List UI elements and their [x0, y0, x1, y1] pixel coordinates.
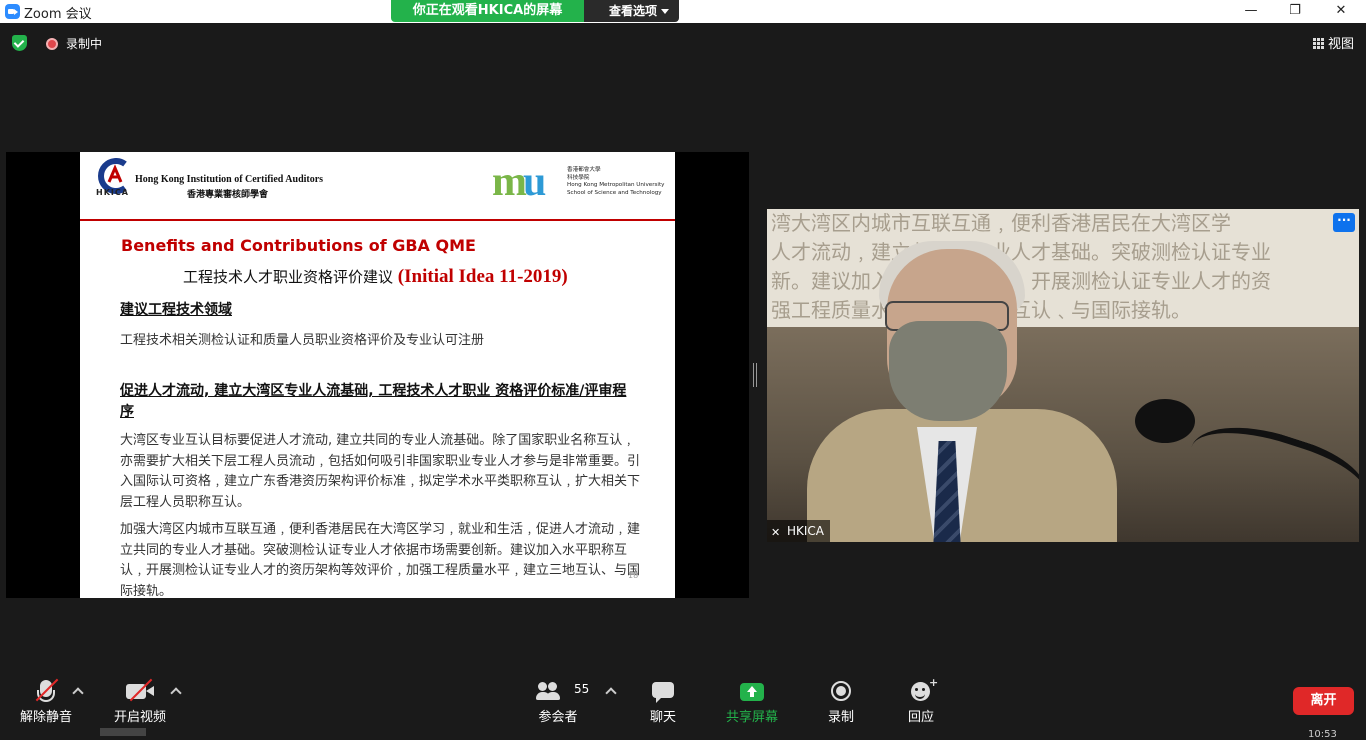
microphone-icon [1135, 399, 1195, 443]
record-button[interactable]: 录制 [814, 670, 868, 736]
slide-heading: Benefits and Contributions of GBA QME [121, 236, 476, 255]
chat-icon [652, 682, 674, 703]
section1-title: 建议工程技术领域 [120, 302, 232, 318]
section1-body: 工程技术相关测检认证和质量人员职业资格评价及专业认可注册 [120, 333, 485, 348]
record-label: 录制 [827, 710, 854, 725]
zoom-app-icon [5, 4, 20, 19]
grid-icon [1312, 38, 1324, 49]
projection-line: 强工程质量水平﹐建立三地互认﹑与国际接轨。 [771, 296, 1359, 325]
hkmu-line: Hong Kong Metropolitan University [567, 182, 665, 188]
window-title: Zoom 会议 [24, 7, 92, 22]
hkmu-logo: mu [492, 161, 546, 203]
slide-page-number: 18 [628, 571, 639, 580]
org-name: Hong Kong Institution of Certified Audit… [135, 174, 324, 185]
share-screen-button[interactable]: 共享屏幕 [720, 670, 784, 736]
share-screen-icon [740, 683, 764, 701]
subtitle-chinese: 工程技术人才职业资格评价建议 [183, 268, 394, 286]
section3-body: 加强大湾区内城市互联互通﹐便利香港居民在大湾区学习﹐就业和生活﹐促进人才流动﹐建… [120, 522, 641, 598]
meeting-toolbar: 解除静音 开启视频 55 参会者 聊天 共享屏幕 录制 + 回应 离开 [0, 670, 1366, 736]
record-icon [831, 681, 851, 701]
smiley-icon [911, 682, 930, 701]
recording-status[interactable]: 录制中 [66, 35, 102, 52]
participants-icon [536, 682, 560, 700]
participants-label: 参会者 [538, 710, 578, 725]
security-shield-icon[interactable] [12, 35, 27, 51]
chevron-down-icon [661, 9, 669, 14]
reactions-button[interactable]: + 回应 [894, 670, 948, 736]
hkmu-line: 科技學院 [567, 174, 590, 181]
split-view-handle[interactable] [753, 363, 757, 387]
projection-line: 新。建议加入水平职称互认﹐开展测检认证专业人才的资 [771, 267, 1359, 296]
speaker-mask [889, 321, 1007, 421]
section2-body: 大湾区专业互认目标要促进人才流动, 建立共同的专业人流基础。除了国家职业名称互认… [120, 433, 641, 510]
maximize-button[interactable]: ❐ [1272, 0, 1318, 23]
slide-divider [80, 219, 675, 221]
chat-button[interactable]: 聊天 [636, 670, 690, 736]
hkmu-logo-u: u [523, 159, 546, 205]
participants-options-chevron-icon[interactable] [605, 687, 617, 699]
view-button-label: 视图 [1327, 37, 1354, 52]
shared-screen[interactable]: HKICA Hong Kong Institution of Certified… [6, 152, 749, 598]
close-button[interactable]: ✕ [1318, 0, 1364, 23]
video-options-chevron-icon[interactable] [170, 687, 182, 699]
start-video-label: 开启视频 [113, 710, 166, 725]
start-video-button[interactable]: 开启视频 [108, 670, 172, 736]
participant-name: HKICA [787, 524, 825, 538]
slide-subtitle: 工程技术人才职业资格评价建议 (Initial Idea 11-2019) [183, 266, 568, 288]
taskbar-fragment [100, 728, 146, 736]
unmute-button[interactable]: 解除静音 [14, 670, 78, 736]
meeting-info-bar: 录制中 视图 [0, 23, 1366, 63]
hkica-abbreviation: HKICA [96, 188, 129, 197]
chat-label: 聊天 [649, 710, 676, 725]
background-projection: 湾大湾区内城市互联互通﹐便利香港居民在大湾区学 人才流动﹐建立共同的专业人才基础… [767, 209, 1359, 327]
muted-mic-icon: ✕ [771, 526, 781, 539]
participant-video[interactable]: 湾大湾区内城市互联互通﹐便利香港居民在大湾区学 人才流动﹐建立共同的专业人才基础… [767, 209, 1359, 542]
share-screen-label: 共享屏幕 [725, 710, 778, 725]
hkmu-logo-m: m [492, 159, 527, 205]
projection-line: 湾大湾区内城市互联互通﹐便利香港居民在大湾区学 [771, 211, 1231, 235]
plus-icon: + [929, 676, 939, 689]
leave-meeting-button[interactable]: 离开 [1293, 687, 1354, 715]
view-button[interactable]: 视图 [1312, 33, 1354, 52]
participants-count: 55 [574, 682, 590, 696]
presentation-slide: HKICA Hong Kong Institution of Certified… [80, 152, 675, 598]
subtitle-english: (Initial Idea 11-2019) [397, 266, 568, 287]
participant-name-tag: ✕ HKICA [767, 520, 831, 542]
participants-button[interactable]: 55 参会者 [530, 670, 590, 736]
hkmu-line: 香港都會大學 [567, 167, 601, 173]
hkmu-line: School of Science and Technology [567, 189, 662, 196]
unmute-label: 解除静音 [19, 710, 72, 725]
reactions-label: 回应 [907, 710, 934, 725]
view-options-button[interactable]: 查看选项 [584, 0, 679, 22]
projection-line: 人才流动﹐建立共同的专业人才基础。突破测检认证专业 [771, 240, 1271, 264]
recording-icon [46, 38, 58, 50]
minimize-button[interactable]: — [1228, 0, 1274, 23]
section2-title: 促进人才流动, 建立大湾区专业人流基础, 工程技术人才职业 资格评价标准/评审程… [120, 383, 627, 420]
window-titlebar: Zoom 会议 — ❐ ✕ [0, 0, 1366, 23]
view-options-label: 查看选项 [609, 4, 658, 18]
viewing-share-banner: 你正在观看HKICA的屏幕 [391, 0, 584, 22]
more-options-button[interactable]: ··· [1333, 213, 1355, 232]
org-name-chinese: 香港專業審核師學會 [187, 190, 269, 200]
hkmu-name: 香港都會大學 科技學院 Hong Kong Metropolitan Unive… [567, 167, 665, 197]
clock-fragment: 10:53 [1308, 729, 1337, 740]
